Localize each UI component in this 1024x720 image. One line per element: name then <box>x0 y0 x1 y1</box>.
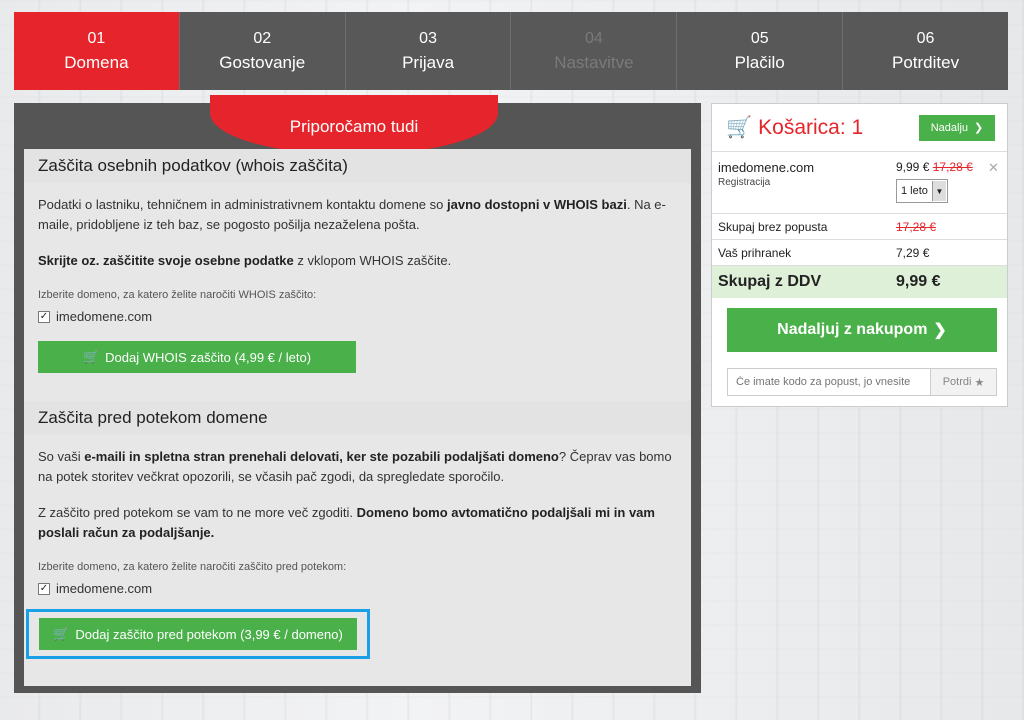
step-nastavitve: 04 Nastavitve <box>511 12 678 90</box>
chevron-right-icon: ❯ <box>933 322 947 339</box>
cart-header: 🛒 Košarica: 1 Nadalju ❯ <box>712 104 1007 152</box>
expiry-section-title: Zaščita pred potekom domene <box>24 401 691 435</box>
star-icon: ★ <box>974 376 985 389</box>
step-label: Nastavitve <box>554 53 634 72</box>
cart-title: 🛒 Košarica: 1 <box>726 116 863 140</box>
expiry-domain-checkbox[interactable]: ✓ <box>38 583 50 595</box>
expiry-domain-name: imedomene.com <box>56 581 153 596</box>
text-bold: javno dostopni v WHOIS bazi <box>447 197 627 212</box>
whois-paragraph-1: Podatki o lastniku, tehničnem in adminis… <box>38 195 677 235</box>
text: So vaši <box>38 449 85 464</box>
expiry-paragraph-2: Z zaščito pred potekom se vam to ne more… <box>38 503 677 543</box>
promo-apply-label: Potrdi <box>942 376 972 388</box>
cart-icon: 🛒 <box>82 349 100 364</box>
period-select[interactable]: 1 leto ▼ <box>896 179 948 203</box>
step-number: 01 <box>87 30 106 47</box>
highlight-frame: 🛒 Dodaj zaščito pred potekom (3,99 € / d… <box>26 609 370 659</box>
item-current-price: 9,99 € <box>896 160 930 174</box>
text: Z zaščito pred potekom se vam to ne more… <box>38 505 357 520</box>
item-price: 9,99 € 17,28 € <box>896 160 973 174</box>
step-label: Plačilo <box>734 53 785 72</box>
step-label: Gostovanje <box>219 53 306 72</box>
whois-title: Zaščita osebnih podatkov (whois zaščita) <box>38 156 348 175</box>
step-domena[interactable]: 01 Domena <box>14 12 180 90</box>
expiry-domain-option[interactable]: ✓ imedomene.com <box>38 579 677 599</box>
promo-apply-button[interactable]: Potrdi ★ <box>931 368 997 396</box>
expiry-section-body: So vaši e-maili in spletna stran preneha… <box>24 435 691 659</box>
period-value: 1 leto <box>901 185 928 197</box>
recommend-tab: Priporočamo tudi <box>210 95 498 155</box>
cart-title-text: Košarica: 1 <box>758 115 864 139</box>
subtotal-label: Skupaj brez popusta <box>718 219 828 234</box>
cart-panel: 🛒 Košarica: 1 Nadalju ❯ imedomene.com Re… <box>711 103 1008 407</box>
whois-domain-option[interactable]: ✓ imedomene.com <box>38 307 677 327</box>
chevron-right-icon: ❯ <box>974 122 984 134</box>
text: Podatki o lastniku, tehničnem in adminis… <box>38 197 447 212</box>
step-number: 04 <box>585 30 603 47</box>
expiry-select-label: Izberite domeno, za katero želite naroči… <box>38 561 347 573</box>
add-whois-label: Dodaj WHOIS zaščito (4,99 € / leto) <box>105 349 312 365</box>
continue-purchase-label: Nadaljuj z nakupom <box>777 321 928 338</box>
chevron-down-icon: ▼ <box>932 181 946 201</box>
add-expiry-protection-button[interactable]: 🛒 Dodaj zaščito pred potekom (3,99 € / d… <box>39 618 357 650</box>
promo-code-input[interactable] <box>727 368 931 396</box>
whois-section-body: Podatki o lastniku, tehničnem in adminis… <box>24 183 691 373</box>
recommend-title: Priporočamo tudi <box>289 117 419 136</box>
savings-row: Vaš prihranek 7,29 € <box>712 240 1007 266</box>
text-bold: Skrijte oz. zaščitite svoje osebne podat… <box>38 253 294 268</box>
subtotal-value: 17,28 € <box>896 219 937 234</box>
step-gostovanje[interactable]: 02 Gostovanje <box>179 12 346 90</box>
whois-paragraph-2: Skrijte oz. zaščitite svoje osebne podat… <box>38 251 677 271</box>
total-row: Skupaj z DDV 9,99 € <box>712 266 1007 298</box>
continue-purchase-button[interactable]: Nadaljuj z nakupom ❯ <box>727 308 997 352</box>
step-prijava[interactable]: 03 Prijava <box>345 12 512 90</box>
continue-small-button[interactable]: Nadalju ❯ <box>919 114 995 141</box>
whois-domain-checkbox[interactable]: ✓ <box>38 311 50 323</box>
continue-small-label: Nadalju <box>930 121 969 134</box>
add-whois-button[interactable]: 🛒 Dodaj WHOIS zaščito (4,99 € / leto) <box>38 341 356 373</box>
step-potrditev[interactable]: 06 Potrditev <box>843 12 1008 90</box>
recommendations-panel: Priporočamo tudi Zaščita osebnih podatko… <box>14 95 701 693</box>
remove-item-icon[interactable]: ✕ <box>988 160 999 176</box>
savings-value: 7,29 € <box>896 245 930 260</box>
total-label: Skupaj z DDV <box>718 273 822 290</box>
step-number: 03 <box>419 30 437 47</box>
add-expiry-label: Dodaj zaščito pred potekom (3,99 € / dom… <box>75 626 343 642</box>
step-label: Potrditev <box>892 53 960 72</box>
text-bold: e-maili in spletna stran prenehali delov… <box>84 449 559 464</box>
promo-code-form: Potrdi ★ <box>727 368 997 396</box>
savings-label: Vaš prihranek <box>718 245 792 260</box>
whois-select-label: Izberite domeno, za katero želite naroči… <box>38 289 317 301</box>
step-placilo[interactable]: 05 Plačilo <box>677 12 844 90</box>
step-number: 02 <box>253 30 272 47</box>
step-label: Prijava <box>402 53 455 72</box>
step-label: Domena <box>64 53 129 72</box>
subtotal-row: Skupaj brez popusta 17,28 € <box>712 214 1007 240</box>
whois-domain-name: imedomene.com <box>56 309 153 324</box>
cart-item: imedomene.com Registracija 9,99 € 17,28 … <box>712 152 1007 214</box>
text: z vklopom WHOIS zaščite. <box>293 253 452 268</box>
checkout-steps: 01 Domena 02 Gostovanje 03 Prijava 04 Na… <box>14 12 1008 90</box>
step-number: 05 <box>750 30 769 47</box>
expiry-title: Zaščita pred potekom domene <box>38 408 268 427</box>
item-type: Registracija <box>718 177 771 188</box>
cart-icon: 🛒 <box>726 115 753 139</box>
recommendations-content: Zaščita osebnih podatkov (whois zaščita)… <box>24 149 691 686</box>
cart-icon: 🛒 <box>53 626 70 641</box>
whois-section-title: Zaščita osebnih podatkov (whois zaščita) <box>24 149 691 183</box>
total-value: 9,99 € <box>896 273 941 290</box>
expiry-paragraph-1: So vaši e-maili in spletna stran preneha… <box>38 447 677 487</box>
item-old-price: 17,28 € <box>932 160 973 174</box>
step-number: 06 <box>916 30 935 47</box>
